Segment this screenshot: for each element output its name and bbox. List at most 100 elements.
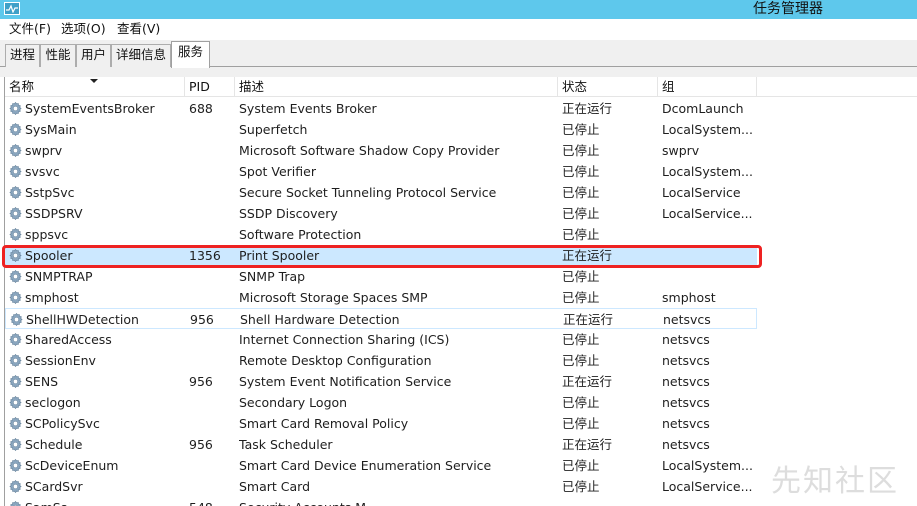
service-name: swprv (25, 143, 63, 158)
column-header: 名称 PID 描述 状态 组 (5, 77, 917, 97)
service-status: 正在运行 (562, 437, 613, 452)
service-name: SysMain (25, 122, 77, 137)
tab-performance[interactable]: 性能 (40, 44, 76, 67)
service-row[interactable]: Schedule 956 Task Scheduler 正在运行 netsvcs (5, 434, 757, 455)
service-group: LocalService... (662, 479, 752, 494)
watermark-text: 先知社区 (771, 464, 899, 499)
service-group: netsvcs (662, 332, 710, 347)
service-group: swprv (662, 143, 700, 158)
service-row[interactable]: SCardSvr Smart Card 已停止 LocalService... (5, 476, 757, 497)
service-description: Microsoft Storage Spaces SMP (239, 290, 428, 305)
service-row[interactable]: SamSs 548 Security Accounts M... (5, 497, 757, 506)
service-pid (189, 392, 235, 413)
service-row[interactable]: sppsvc Software Protection 已停止 (5, 224, 757, 245)
services-list[interactable]: 名称 PID 描述 状态 组 SystemEventsBroker 688 Syst… (4, 77, 917, 506)
service-name: SCPolicySvc (25, 416, 100, 431)
service-pid (189, 287, 235, 308)
service-pid: 956 (189, 437, 213, 452)
service-name: smphost (25, 290, 79, 305)
menu-options[interactable]: 选项(O) (61, 21, 106, 37)
tab-processes[interactable]: 进程 (5, 44, 40, 67)
service-row[interactable]: SessionEnv Remote Desktop Configuration 已停… (5, 350, 757, 371)
annotation-highlight-box (2, 245, 762, 268)
service-status: 已停止 (562, 353, 600, 368)
service-row[interactable]: smphost Microsoft Storage Spaces SMP 已停止 sm… (5, 287, 757, 308)
service-group: netsvcs (662, 395, 710, 410)
service-name: SharedAccess (25, 332, 112, 347)
service-description: SNMP Trap (239, 269, 306, 284)
service-row[interactable]: ShellHWDetection 956 Shell Hardware Detect… (5, 308, 757, 329)
service-pid (189, 455, 235, 476)
service-row[interactable]: SENS 956 System Event Notification Service… (5, 371, 757, 392)
header-status[interactable]: 状态 (558, 77, 658, 97)
service-name: SessionEnv (25, 353, 96, 368)
header-name[interactable]: 名称 (5, 77, 185, 97)
title-bar: 任务管理器 (0, 0, 917, 19)
service-pid (189, 119, 235, 140)
service-row[interactable]: SstpSvc Secure Socket Tunneling Protocol … (5, 182, 757, 203)
service-status: 已停止 (562, 143, 600, 158)
service-pid (189, 476, 235, 497)
service-row[interactable]: SharedAccess Internet Connection Sharing … (5, 329, 757, 350)
service-row[interactable]: svsvc Spot Verifier 已停止 LocalSystem... (5, 161, 757, 182)
header-group[interactable]: 组 (658, 77, 757, 97)
service-group: LocalSystem... (662, 458, 752, 473)
service-pid (189, 329, 235, 350)
menu-view[interactable]: 查看(V) (117, 21, 160, 37)
service-status (562, 497, 658, 506)
service-name: SstpSvc (25, 185, 75, 200)
service-row[interactable]: SCPolicySvc Smart Card Removal Policy 已停止 n… (5, 413, 757, 434)
service-pid (189, 350, 235, 371)
tab-content-margin (0, 67, 917, 77)
service-row[interactable]: seclogon Secondary Logon 已停止 netsvcs (5, 392, 757, 413)
service-row[interactable]: swprv Microsoft Software Shadow Copy Prov… (5, 140, 757, 161)
service-pid: 956 (189, 374, 213, 389)
service-status: 已停止 (562, 269, 600, 284)
header-description[interactable]: 描述 (235, 77, 558, 97)
service-pid: 688 (189, 101, 213, 116)
tab-users[interactable]: 用户 (76, 44, 111, 67)
task-manager-icon[interactable] (4, 2, 20, 15)
service-group: DcomLaunch (662, 101, 744, 116)
service-status: 已停止 (562, 332, 600, 347)
service-description: SSDP Discovery (239, 206, 338, 221)
service-description: Internet Connection Sharing (ICS) (239, 332, 450, 347)
service-row[interactable]: SNMPTRAP SNMP Trap 已停止 (5, 266, 757, 287)
service-name: ScDeviceEnum (25, 458, 119, 473)
service-description: Smart Card (239, 479, 311, 494)
service-name: sppsvc (25, 227, 69, 242)
header-pid[interactable]: PID (185, 77, 235, 97)
service-status: 已停止 (562, 290, 600, 305)
tab-strip: 进程 性能 用户 详细信息 服务 (0, 40, 917, 68)
service-row[interactable]: SystemEventsBroker 688 System Events Broke… (5, 98, 757, 119)
header-name-label: 名称 (9, 79, 35, 94)
service-name: svsvc (25, 164, 60, 179)
service-status: 已停止 (562, 416, 600, 431)
service-status: 已停止 (562, 395, 600, 410)
service-description: Task Scheduler (239, 437, 333, 452)
service-status: 已停止 (562, 122, 600, 137)
service-row[interactable]: ScDeviceEnum Smart Card Device Enumeratio… (5, 455, 757, 476)
service-status: 已停止 (562, 206, 600, 221)
service-description: Smart Card Device Enumeration Service (239, 458, 492, 473)
service-status: 正在运行 (562, 101, 613, 116)
service-description: System Event Notification Service (239, 374, 452, 389)
service-group: LocalSystem... (662, 122, 752, 137)
service-description: Remote Desktop Configuration (239, 353, 432, 368)
service-group: smphost (662, 290, 716, 305)
sort-descending-icon (90, 79, 98, 83)
service-group: netsvcs (662, 437, 710, 452)
service-group: LocalSystem... (662, 164, 752, 179)
service-pid (189, 224, 235, 245)
service-name: seclogon (25, 395, 81, 410)
tab-details[interactable]: 详细信息 (111, 44, 171, 67)
service-group: LocalService... (662, 206, 752, 221)
service-description: Secondary Logon (239, 395, 348, 410)
service-row[interactable]: SSDPSRV SSDP Discovery 已停止 LocalService... (5, 203, 757, 224)
menu-file[interactable]: 文件(F) (9, 21, 51, 37)
service-group: LocalService (662, 185, 741, 200)
service-pid (189, 140, 235, 161)
service-name: Schedule (25, 437, 83, 452)
tab-services[interactable]: 服务 (171, 41, 210, 68)
service-row[interactable]: SysMain Superfetch 已停止 LocalSystem... (5, 119, 757, 140)
